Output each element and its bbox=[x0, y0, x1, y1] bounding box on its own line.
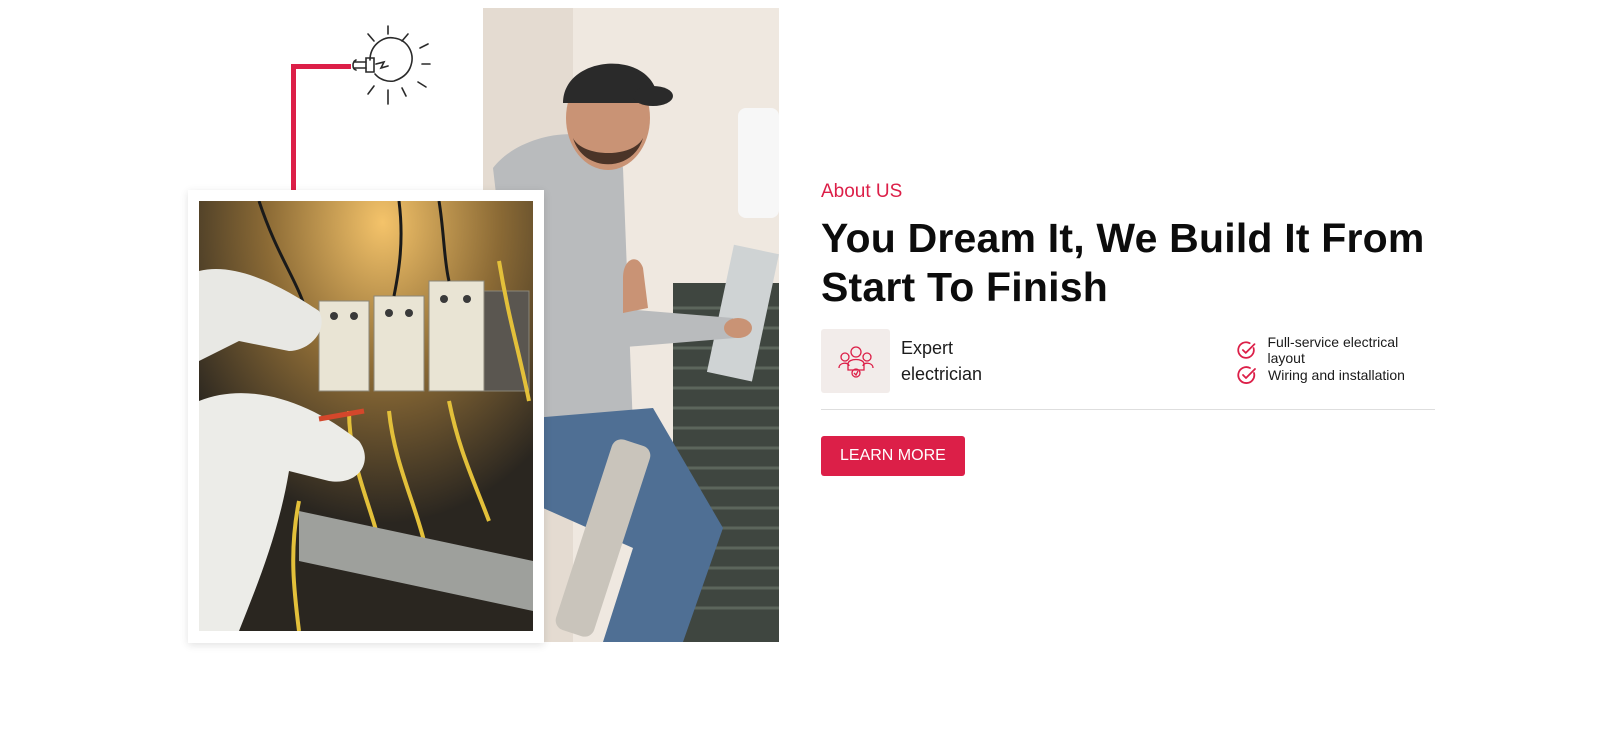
feature-label-line1: Expert bbox=[901, 338, 954, 358]
about-content: About US You Dream It, We Build It From … bbox=[821, 178, 1435, 476]
wire-line-vertical bbox=[291, 64, 296, 190]
features-row: Expert electrician Full-service electric… bbox=[821, 329, 1435, 409]
check-circle-icon bbox=[1237, 365, 1256, 384]
feature-label: Expert electrician bbox=[901, 335, 1021, 387]
learn-more-button[interactable]: LEARN MORE bbox=[821, 436, 965, 476]
checklist-item-text: Wiring and installation bbox=[1268, 366, 1405, 383]
team-icon bbox=[821, 329, 890, 393]
lightbulb-icon bbox=[352, 25, 431, 105]
divider bbox=[821, 409, 1435, 410]
check-circle-icon bbox=[1237, 340, 1256, 359]
list-item: Full-service electrical layout bbox=[1237, 334, 1435, 366]
feature-label-line2: electrician bbox=[901, 364, 983, 384]
about-section: About US You Dream It, We Build It From … bbox=[0, 0, 1600, 755]
list-item: Wiring and installation bbox=[1237, 362, 1435, 387]
section-eyebrow: About US bbox=[821, 181, 903, 202]
electrical-panel-photo bbox=[199, 201, 533, 631]
checklist-item-text: Full-service electrical layout bbox=[1267, 333, 1399, 366]
service-checklist: Full-service electrical layout Wiring an… bbox=[1237, 334, 1435, 387]
section-headline: You Dream It, We Build It From Start To … bbox=[821, 215, 1425, 310]
wire-line-horizontal bbox=[291, 64, 351, 69]
